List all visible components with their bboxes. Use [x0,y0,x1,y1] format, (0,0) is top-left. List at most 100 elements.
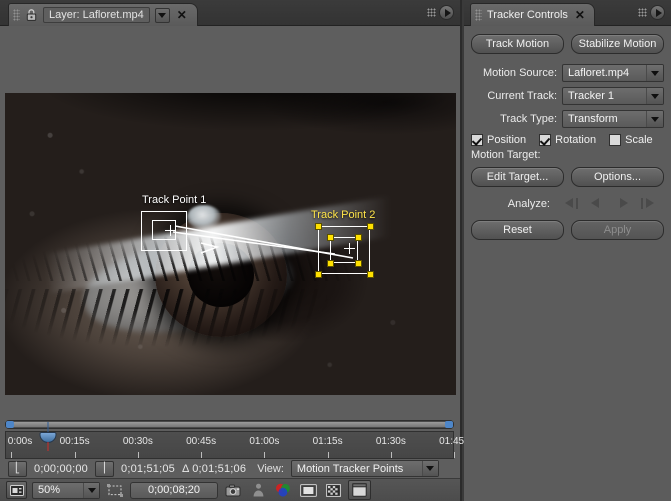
panel-menu-icon[interactable] [439,5,454,20]
track-motion-button[interactable]: Track Motion [471,34,564,54]
inner-handle-tr[interactable] [355,234,362,241]
resize-handle-br[interactable] [367,271,374,278]
duration-time: Δ 0;01;51;06 [182,462,247,475]
magnification-icon[interactable] [6,481,27,499]
show-snapshot-icon[interactable] [248,481,268,499]
chevron-down-icon[interactable] [646,88,663,104]
zoom-value: 50% [38,484,61,496]
analyze-forward-icon[interactable] [615,197,630,210]
view-select[interactable]: Motion Tracker Points [290,460,439,477]
zoom-select[interactable]: 50% [32,481,100,499]
track-mode-buttons: Track Motion Stabilize Motion [471,34,664,54]
analyze-1-frame-forward-icon[interactable] [641,197,656,210]
edit-target-button[interactable]: Edit Target... [471,167,564,187]
region-of-interest-icon[interactable] [105,481,125,499]
lock-icon[interactable] [25,8,38,22]
take-snapshot-icon[interactable] [223,481,243,499]
motion-source-select[interactable]: Lafloret.mp4 [562,64,664,82]
playhead[interactable] [39,422,57,452]
ruler-tick-label: 01:00s [249,436,280,447]
viewer-toolbar: 50% 0;00;08;20 [0,478,460,501]
scrollbar-thumb[interactable] [7,422,452,427]
chevron-down-icon[interactable] [154,7,170,23]
playhead-needle [47,442,49,451]
track-type-row: Track Type: Transform [471,110,664,128]
rotation-label: Rotation [555,134,597,146]
analyze-backward-icon[interactable] [589,197,604,210]
view-select-value: Motion Tracker Points [296,462,404,475]
stabilize-motion-button[interactable]: Stabilize Motion [571,34,664,54]
scale-checkbox[interactable] [609,134,622,146]
position-checkbox[interactable] [471,134,483,146]
track-point-1-label: Track Point 1 [142,194,207,206]
analyze-label: Analyze: [507,197,550,210]
track-type-label: Track Type: [500,113,557,125]
ruler-tick-label: 0:00s [7,436,33,447]
ruler-tick [327,452,329,458]
current-track-select[interactable]: Tracker 1 [562,87,664,105]
ruler-tick [390,452,392,458]
layer-viewer-panel: Layer: Lafloret.mp4 ✕ Track Point 1 Trac… [0,0,469,501]
chevron-down-icon[interactable] [83,482,99,498]
reset-apply-buttons: Reset Apply [471,220,664,240]
scrollbar-right-cap[interactable] [445,421,453,428]
close-icon[interactable]: ✕ [175,9,189,21]
grip-dots-icon[interactable] [13,9,20,21]
tracker-body: Track Motion Stabilize Motion Motion Sou… [464,26,671,501]
chevron-down-icon[interactable] [646,111,663,127]
skin-texture [5,93,456,395]
out-point-icon[interactable]: ⎮ [95,460,114,477]
out-point-time[interactable]: 0;01;51;05 [121,463,175,475]
ruler-tick [74,452,76,458]
scrollbar-left-cap[interactable] [6,421,14,428]
current-track-row: Current Track: Tracker 1 [471,87,664,105]
analyze-row: Analyze: [471,197,656,210]
motion-source-value: Lafloret.mp4 [568,67,630,79]
current-time-field[interactable]: 0;00;08;20 [130,481,218,499]
resize-handle-tl[interactable] [315,223,322,230]
tracker-tab-title: Tracker Controls [487,9,568,21]
in-point-icon[interactable]: ⎣ [8,460,27,477]
target-buttons: Edit Target... Options... [471,167,664,187]
video-frame[interactable]: Track Point 1 Track Point 2 [5,93,456,395]
track-point-2-attach-point[interactable] [344,243,355,254]
time-ruler[interactable]: 0:00s 00:15s 00:30s 00:45s 01:00s 01:15s 01:30… [5,422,469,459]
ruler-tick-label: 00:30s [122,436,153,447]
tab-layer-viewer[interactable]: Layer: Lafloret.mp4 ✕ [8,3,198,26]
track-point-1-attach-point[interactable] [165,225,176,236]
viewer-panel-menu[interactable] [427,5,454,20]
ruler-tick [137,452,139,458]
grip-dots-icon [427,8,436,17]
grip-dots-icon[interactable] [475,9,482,21]
inner-handle-bl[interactable] [327,260,334,267]
track-type-select[interactable]: Transform [562,110,664,128]
ruler-tick [201,452,203,458]
resize-handle-bl[interactable] [315,271,322,278]
options-button[interactable]: Options... [571,167,664,187]
transparency-grid-icon[interactable] [323,481,343,499]
track-type-value: Transform [568,113,618,125]
current-track-label: Current Track: [487,90,557,102]
timeline-zoom-scrollbar[interactable] [5,420,454,429]
panel-menu-icon[interactable] [650,5,665,20]
rotation-checkbox[interactable] [539,134,552,146]
analyze-1-frame-backward-icon[interactable] [563,197,578,210]
tab-tracker-controls[interactable]: Tracker Controls ✕ [470,3,595,26]
view-label: View: [257,462,284,475]
guides-icon[interactable] [348,480,371,500]
in-point-time[interactable]: 0;00;00;00 [34,463,88,475]
viewer-canvas-area: Track Point 1 Track Point 2 [0,26,460,426]
after-effects-window: Layer: Lafloret.mp4 ✕ Track Point 1 Trac… [0,0,671,501]
show-channels-icon[interactable] [273,481,293,499]
close-icon[interactable]: ✕ [573,9,587,21]
tracker-controls-panel: Tracker Controls ✕ Track Motion Stabiliz… [464,0,671,501]
chevron-down-icon[interactable] [421,461,438,476]
tracker-panel-menu[interactable] [638,5,665,20]
resize-handle-tr[interactable] [367,223,374,230]
inner-handle-tl[interactable] [327,234,334,241]
inner-handle-br[interactable] [355,260,362,267]
resolution-icon[interactable] [298,481,318,499]
reset-button[interactable]: Reset [471,220,564,240]
motion-target-label: Motion Target: [471,149,541,161]
chevron-down-icon[interactable] [646,65,663,81]
